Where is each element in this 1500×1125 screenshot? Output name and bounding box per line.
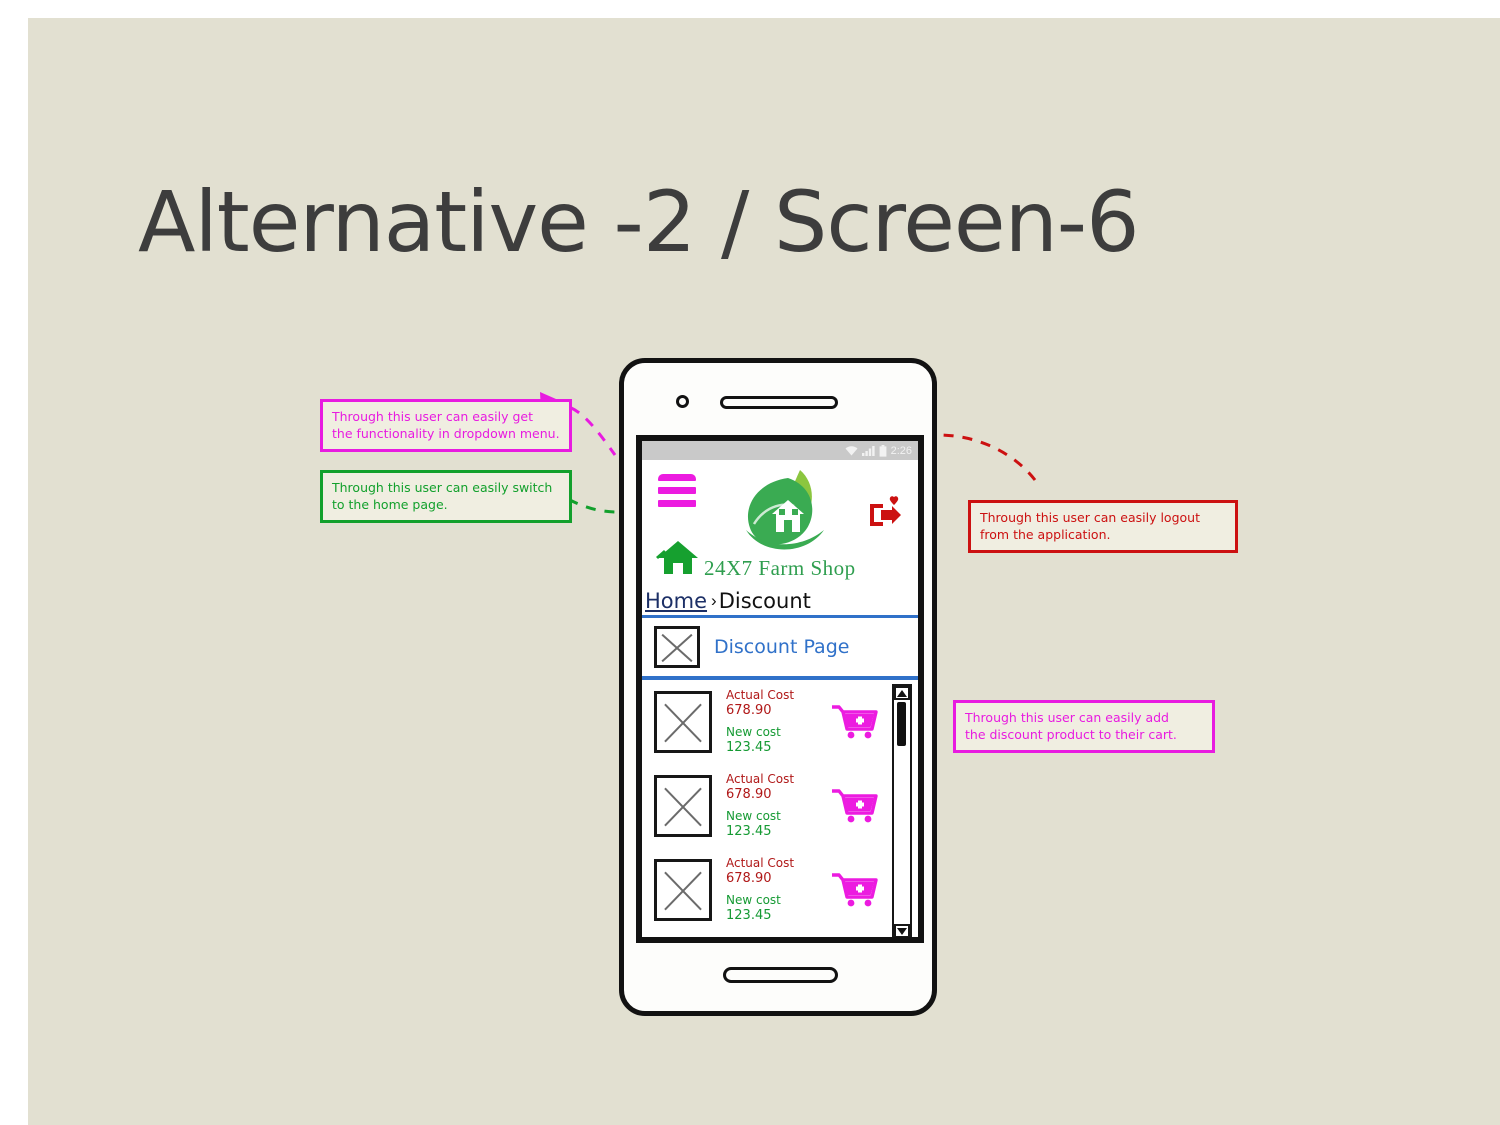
add-to-cart-icon[interactable]	[832, 870, 878, 910]
product-list: Actual Cost 678.90 New cost 123.45 Actua…	[642, 680, 918, 937]
status-bar: 2:26	[642, 441, 918, 460]
battery-icon	[879, 444, 886, 457]
product-row[interactable]: Actual Cost 678.90 New cost 123.45	[642, 764, 918, 848]
actual-cost-value: 678.90	[726, 786, 772, 802]
page-title: Alternative -2 / Screen-6	[138, 173, 1140, 271]
add-to-cart-icon[interactable]	[832, 786, 878, 826]
new-cost-label: New cost	[726, 808, 781, 823]
scroll-up-arrow-icon[interactable]	[894, 686, 910, 700]
breadcrumb: Home › Discount	[642, 587, 918, 618]
brand-name: 24X7 Farm Shop	[704, 556, 856, 580]
actual-cost-label: Actual Cost	[726, 855, 795, 870]
add-to-cart-icon[interactable]	[832, 702, 878, 742]
scroll-down-arrow-icon[interactable]	[894, 924, 910, 937]
annotation-home: Through this user can easily switch to t…	[320, 470, 572, 523]
signal-icon	[861, 446, 875, 456]
earpiece-speaker	[720, 396, 838, 409]
product-costs: Actual Cost 678.90 New cost 123.45	[726, 856, 818, 925]
page-heading: Discount Page	[714, 636, 850, 658]
app-header: 24X7 Farm Shop	[642, 460, 918, 587]
product-row[interactable]: Actual Cost 678.90 New cost 123.45	[642, 848, 918, 932]
product-thumbnail-placeholder	[654, 775, 712, 837]
leaf-house-logo-icon	[746, 470, 824, 550]
phone-screen: 2:26 24X7 Farm Shop Home › Discount Disc…	[636, 435, 924, 943]
wifi-icon	[845, 446, 858, 456]
actual-cost-label: Actual Cost	[726, 687, 795, 702]
new-cost-label: New cost	[726, 724, 781, 739]
slide-canvas: Alternative -2 / Screen-6 2:26 24X7 Farm…	[28, 18, 1500, 1125]
new-cost-value: 123.45	[726, 739, 772, 755]
new-cost-value: 123.45	[726, 907, 772, 923]
product-thumbnail-placeholder	[654, 691, 712, 753]
actual-cost-label: Actual Cost	[726, 771, 795, 786]
phone-mockup: 2:26 24X7 Farm Shop Home › Discount Disc…	[619, 358, 937, 1016]
annotation-logout: Through this user can easily logout from…	[968, 500, 1238, 553]
scrollbar-thumb[interactable]	[897, 702, 906, 746]
vertical-scrollbar[interactable]	[892, 684, 912, 937]
product-costs: Actual Cost 678.90 New cost 123.45	[726, 688, 818, 757]
actual-cost-value: 678.90	[726, 870, 772, 886]
breadcrumb-home-link[interactable]: Home	[645, 589, 707, 613]
product-row[interactable]: Actual Cost 678.90 New cost 123.45	[642, 680, 918, 764]
home-button[interactable]	[723, 967, 838, 983]
product-thumbnail-placeholder	[654, 859, 712, 921]
hamburger-menu-icon[interactable]	[658, 474, 696, 513]
page-thumbnail-placeholder	[654, 626, 700, 668]
product-costs: Actual Cost 678.90 New cost 123.45	[726, 772, 818, 841]
annotation-cart: Through this user can easily add the dis…	[953, 700, 1215, 753]
breadcrumb-separator: ›	[711, 591, 717, 610]
new-cost-value: 123.45	[726, 823, 772, 839]
home-icon[interactable]	[656, 538, 700, 576]
scrollbar-track[interactable]	[894, 700, 910, 924]
page-title-row: Discount Page	[642, 618, 918, 680]
annotation-menu: Through this user can easily get the fun…	[320, 399, 572, 452]
new-cost-label: New cost	[726, 892, 781, 907]
actual-cost-value: 678.90	[726, 702, 772, 718]
front-camera-icon	[676, 395, 689, 408]
logout-icon[interactable]	[868, 496, 906, 530]
breadcrumb-current: Discount	[718, 589, 811, 613]
status-bar-time: 2:26	[890, 444, 912, 457]
